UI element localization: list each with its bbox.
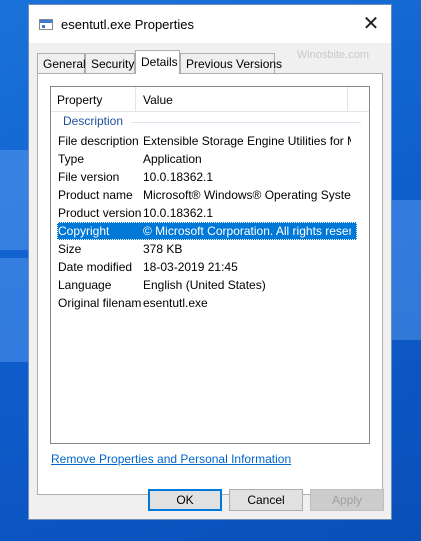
desktop-window-tile (392, 200, 421, 340)
desktop-window-tile (0, 258, 28, 362)
property-value: Microsoft® Windows® Operating System (143, 188, 351, 202)
detail-row[interactable]: Type Application (57, 150, 357, 168)
detail-row[interactable]: Original filename esentutl.exe (57, 294, 357, 312)
group-header-description[interactable]: Description (63, 114, 123, 128)
watermark: Winosbite.com (296, 49, 369, 61)
tab-details[interactable]: Details (135, 50, 180, 74)
remove-properties-link[interactable]: Remove Properties and Personal Informati… (51, 452, 291, 466)
detail-row-selected[interactable]: Copyright © Microsoft Corporation. All r… (57, 222, 357, 240)
tab-security[interactable]: Security (85, 53, 135, 73)
column-header: Property Value (51, 87, 369, 112)
property-value: 18-03-2019 21:45 (143, 260, 238, 274)
app-window-icon (39, 19, 53, 30)
ok-button[interactable]: OK (148, 489, 222, 511)
column-divider[interactable] (135, 87, 136, 111)
apply-button[interactable]: Apply (310, 489, 384, 511)
close-icon[interactable]: ✕ (357, 11, 385, 37)
title-bar: esentutl.exe Properties ✕ (29, 5, 391, 43)
column-header-property[interactable]: Property (57, 93, 102, 107)
detail-row[interactable]: File version 10.0.18362.1 (57, 168, 357, 186)
property-name: Size (58, 242, 82, 256)
tab-previous-versions[interactable]: Previous Versions (180, 53, 282, 73)
detail-row[interactable]: File description Extensible Storage Engi… (57, 132, 357, 150)
detail-row[interactable]: Size 378 KB (57, 240, 357, 258)
property-name: Copyright (58, 224, 110, 238)
desktop-window-tile (0, 150, 28, 250)
detail-row[interactable]: Date modified 18-03-2019 21:45 (57, 258, 357, 276)
property-value: 10.0.18362.1 (143, 206, 214, 220)
property-name: Language (58, 278, 112, 292)
column-header-value[interactable]: Value (143, 93, 173, 107)
property-name: Product version (58, 206, 142, 220)
window-title: esentutl.exe Properties (61, 17, 194, 32)
property-value: 10.0.18362.1 (143, 170, 214, 184)
property-value: esentutl.exe (143, 296, 208, 310)
property-name: File version (58, 170, 120, 184)
cancel-button[interactable]: Cancel (229, 489, 303, 511)
property-value: Application (143, 152, 202, 166)
property-value: Extensible Storage Engine Utilities for … (143, 134, 351, 148)
property-value: English (United States) (143, 278, 266, 292)
detail-row[interactable]: Language English (United States) (57, 276, 357, 294)
column-divider[interactable] (347, 87, 348, 111)
tab-general[interactable]: General (37, 53, 86, 73)
property-name: Original filename (58, 296, 142, 310)
details-listview[interactable]: Property Value Description File descript… (50, 86, 370, 444)
property-name: Type (58, 152, 85, 166)
property-value: © Microsoft Corporation. All rights rese… (143, 224, 351, 238)
property-name: Date modified (58, 260, 133, 274)
details-panel: Property Value Description File descript… (37, 73, 383, 495)
group-divider (131, 122, 361, 123)
property-name: File description (58, 134, 139, 148)
property-name: Product name (58, 188, 133, 202)
property-value: 378 KB (143, 242, 183, 256)
properties-dialog: esentutl.exe Properties ✕ General Securi… (28, 4, 392, 520)
detail-row[interactable]: Product version 10.0.18362.1 (57, 204, 357, 222)
detail-row[interactable]: Product name Microsoft® Windows® Operati… (57, 186, 357, 204)
